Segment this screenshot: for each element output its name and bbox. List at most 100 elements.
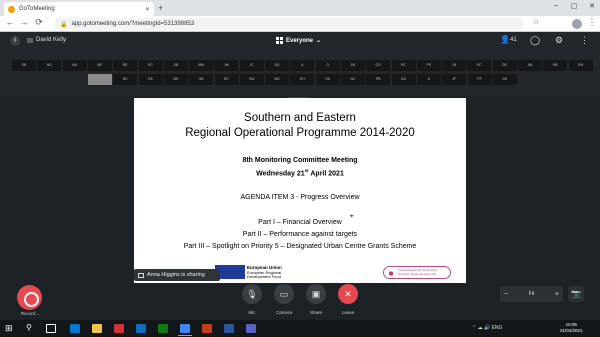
close-window-button[interactable]: ✕ [584,2,600,10]
participant-thumbnail[interactable]: ND [37,60,62,71]
browser-tab-bar: GoToMeeting ✕ + – ▢ ✕ [0,0,600,16]
participant-thumbnail[interactable]: AM [62,60,87,71]
regional-assembly-logo: Tionól Réigiúnach an Deiscirt Southern Re… [383,266,451,279]
participant-thumbnail[interactable]: NC [113,74,138,85]
forward-button[interactable]: → [18,17,30,27]
participant-thumbnail[interactable]: AB [518,60,542,71]
participant-thumbnail[interactable]: RE [113,60,138,71]
participant-thumbnail[interactable]: PF [467,74,492,85]
browser-menu-icon[interactable]: ⋮ [586,17,598,28]
participant-thumbnail[interactable]: SW [568,60,593,71]
reload-button[interactable]: ⟳ [33,17,45,28]
mic-button[interactable]: 🎙 [242,284,262,304]
outlook-icon[interactable] [136,324,146,333]
participant-thumbnail[interactable]: EC [138,60,163,71]
participant-thumbnail[interactable]: DD [492,60,517,71]
share-button[interactable]: ▣ [306,284,326,304]
participant-thumbnail[interactable]: RB [543,60,568,71]
url-input[interactable]: 🔒 app.gotomeeting.com/?meetingId=5313988… [54,18,524,30]
maximize-button[interactable]: ▢ [566,2,582,10]
settings-gear-icon[interactable]: ⚙ [555,35,563,46]
minimize-button[interactable]: – [548,2,564,9]
shared-screen-slide: Southern and Eastern Regional Operationa… [134,98,466,283]
participant-thumbnail[interactable]: PS [416,60,441,71]
participant-thumbnail[interactable]: MM [189,60,214,71]
eu-logo-text: European Union European Regional Developme… [247,265,282,279]
participant-video-thumbnail[interactable] [88,74,112,85]
participants-icon[interactable]: 👤 [500,35,510,44]
participant-thumbnail[interactable]: JM [492,74,517,85]
info-button[interactable]: i [10,36,20,46]
tab-close-icon[interactable]: ✕ [145,6,150,13]
participant-thumbnail[interactable]: D [416,74,441,85]
participant-thumbnail[interactable]: DC [341,74,365,85]
participant-thumbnails: SB ND AM MF RE EC SB MM JM JC DS A G JM GO RC PS LB EC DD AB… [0,50,600,96]
task-view-icon[interactable] [46,324,56,333]
screen-share-icon [138,272,144,278]
participant-thumbnail[interactable]: JF [442,74,467,85]
participant-thumbnail[interactable]: SD [315,74,340,85]
participant-thumbnail[interactable]: SB [163,60,188,71]
tab-gotomeeting[interactable]: GoToMeeting ✕ [4,2,154,16]
edge-browser-icon[interactable] [70,324,80,333]
record-button[interactable] [17,285,42,310]
participant-thumbnail[interactable]: DK [138,74,163,85]
participant-thumbnail[interactable]: SB [189,74,214,85]
screenshot-camera-icon[interactable]: 📷 [568,286,584,302]
assembly-logo-mark [387,270,395,277]
excel-icon[interactable] [158,324,168,333]
participant-thumbnail[interactable]: RC [214,74,239,85]
zoom-in-button[interactable]: + [555,291,559,298]
slide-title-line1: Southern and Eastern [244,112,356,124]
current-user: David Kelly [27,37,66,43]
participant-thumbnail[interactable]: EO [290,74,315,85]
participant-thumbnail[interactable]: PB [366,74,391,85]
windows-start-icon[interactable]: ⊞ [5,323,13,334]
mic-label: Mic [248,310,256,315]
leave-button[interactable]: ✕ [338,284,358,304]
office-app-icon[interactable] [114,324,124,333]
slide-title-line2: Regional Operational Programme 2014-2020 [185,127,415,139]
bookmark-star-icon[interactable]: ☆ [530,17,542,26]
view-label: Everyone [286,37,314,44]
participant-thumbnail[interactable]: EC [467,60,492,71]
profile-avatar[interactable] [572,19,582,29]
participant-thumbnail[interactable]: SM [239,74,264,85]
back-button[interactable]: ← [4,17,16,27]
search-icon[interactable]: ⚲ [26,323,32,332]
share-label: Share [309,310,322,315]
participant-thumbnail[interactable]: G [315,60,340,71]
chat-icon[interactable]: ◯ [530,35,540,46]
system-tray[interactable]: ⌃ ☁ 🔊 ENG [472,325,502,331]
participant-thumbnail[interactable]: DG [391,74,416,85]
chrome-icon[interactable] [178,324,192,336]
new-tab-button[interactable]: + [158,3,163,13]
taskbar-clock[interactable]: 10:05 21/04/2021 [560,322,583,334]
participant-thumbnail[interactable]: JM [340,60,365,71]
zoom-controls: − Fit + [500,286,563,302]
lock-icon: 🔒 [60,21,68,28]
word-icon[interactable] [224,324,234,333]
camera-button[interactable]: ▭ [274,284,294,304]
participant-thumbnail[interactable]: JC [239,60,264,71]
participant-thumbnail[interactable]: SB [12,60,36,71]
zoom-fit-button[interactable]: Fit [529,291,535,297]
participant-thumbnail[interactable]: JM [214,60,239,71]
zoom-out-button[interactable]: − [504,291,508,298]
participant-thumbnail[interactable]: RC [391,60,416,71]
file-explorer-icon[interactable] [92,324,102,333]
participant-thumbnail[interactable]: DS [265,60,289,71]
participant-thumbnail[interactable]: GO [366,60,391,71]
teams-icon[interactable] [246,324,256,333]
tab-title: GoToMeeting [19,6,55,12]
participant-thumbnail[interactable]: A [290,60,315,71]
clock-date: 21/04/2021 [560,328,583,333]
slide-part2: Part II – Performance against targets [242,231,358,238]
more-options-icon[interactable]: ⋮ [580,35,589,46]
powerpoint-icon[interactable] [202,324,212,333]
participant-thumbnail[interactable]: LB [442,60,467,71]
view-selector[interactable]: Everyone ⌄ [276,37,321,44]
participant-thumbnail[interactable]: MD [265,74,290,85]
participant-thumbnail[interactable]: MF [87,60,112,71]
participant-thumbnail[interactable]: MK [163,74,188,85]
